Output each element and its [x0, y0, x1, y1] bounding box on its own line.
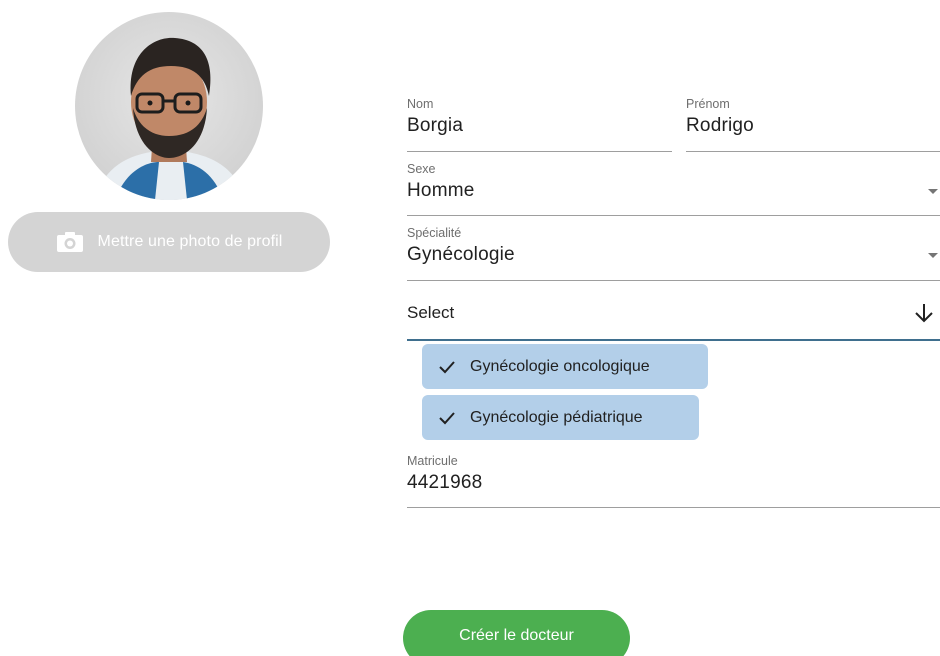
sous-specialite-select[interactable]: Select — [407, 286, 940, 341]
nom-value[interactable]: Borgia — [407, 114, 672, 138]
chip-label: Gynécologie pédiatrique — [470, 408, 643, 426]
selected-chip[interactable]: Gynécologie pédiatrique — [422, 395, 699, 440]
nom-label: Nom — [407, 97, 434, 111]
create-doctor-button[interactable]: Créer le docteur — [403, 610, 630, 656]
sous-specialite-placeholder: Select — [407, 302, 455, 322]
arrow-down-icon[interactable] — [914, 302, 934, 324]
sexe-select[interactable]: Sexe Homme — [407, 162, 940, 216]
sexe-label: Sexe — [407, 162, 436, 176]
nom-field[interactable]: Nom Borgia — [407, 97, 672, 152]
caret-down-icon[interactable] — [928, 253, 938, 258]
avatar-portrait — [95, 37, 245, 200]
check-icon — [439, 360, 455, 373]
prenom-field[interactable]: Prénom Rodrigo — [686, 97, 940, 152]
specialite-label: Spécialité — [407, 226, 462, 240]
matricule-value[interactable]: 4421968 — [407, 471, 940, 495]
upload-photo-button[interactable]: Mettre une photo de profil — [8, 212, 330, 272]
sexe-value[interactable]: Homme — [407, 179, 940, 203]
specialite-select[interactable]: Spécialité Gynécologie — [407, 226, 940, 281]
prenom-value[interactable]: Rodrigo — [686, 114, 940, 138]
upload-photo-label: Mettre une photo de profil — [97, 233, 283, 250]
prenom-label: Prénom — [686, 97, 730, 111]
specialite-value[interactable]: Gynécologie — [407, 243, 940, 267]
check-icon — [439, 411, 455, 424]
profile-avatar — [75, 12, 263, 200]
chip-label: Gynécologie oncologique — [470, 357, 650, 375]
caret-down-icon[interactable] — [928, 189, 938, 194]
matricule-field[interactable]: Matricule 4421968 — [407, 454, 940, 508]
doctor-creation-page: Mettre une photo de profil Nom Borgia Pr… — [0, 0, 940, 656]
camera-icon — [56, 232, 83, 252]
selected-chip[interactable]: Gynécologie oncologique — [422, 344, 708, 389]
create-doctor-label: Créer le docteur — [459, 627, 574, 644]
matricule-label: Matricule — [407, 454, 458, 468]
